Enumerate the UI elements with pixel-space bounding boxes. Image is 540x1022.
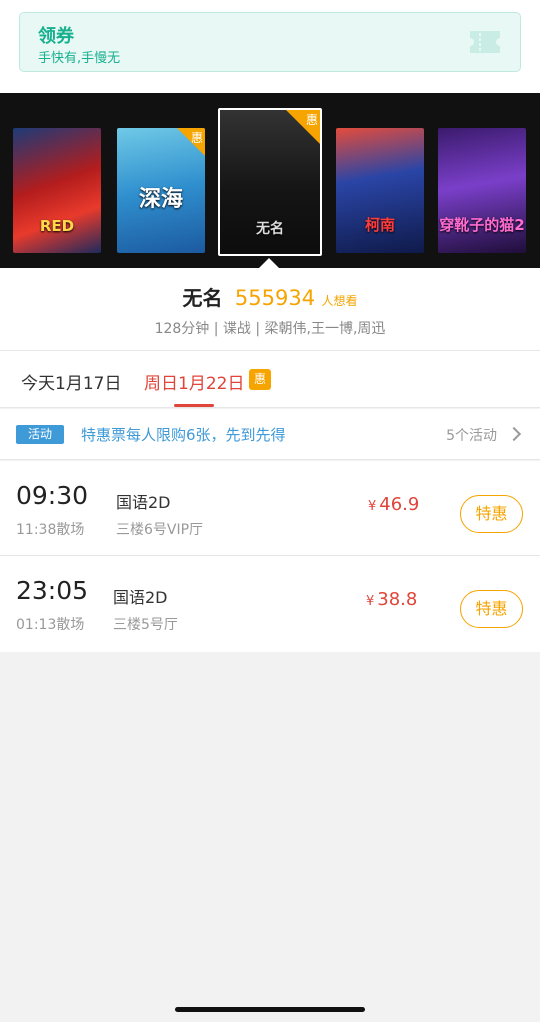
hall-name: 三楼5号厅 bbox=[113, 617, 178, 633]
tab-today[interactable]: 今天1月17日 bbox=[21, 369, 121, 394]
coupon-title: 领券 bbox=[38, 26, 74, 47]
poster-title: 穿靴子的猫2 bbox=[439, 216, 525, 234]
showtime-row[interactable]: 09:30 11:38散场 国语2D 三楼6号VIP厅 ¥46.9 特惠 bbox=[0, 461, 540, 556]
promo-bar[interactable]: 活动 特惠票每人限购6张，先到先得 5个活动 bbox=[0, 409, 540, 460]
showtime-list: 09:30 11:38散场 国语2D 三楼6号VIP厅 ¥46.9 特惠 23:… bbox=[0, 461, 540, 652]
buy-discount-button[interactable]: 特惠 bbox=[460, 590, 523, 628]
movie-name: 无名 bbox=[182, 286, 223, 310]
poster-hidden-blade[interactable]: 无名 惠 bbox=[218, 108, 322, 256]
price: ¥46.9 bbox=[368, 494, 419, 515]
movie-title-line: 无名 555934 人想看 bbox=[0, 282, 540, 311]
want-count: 555934 bbox=[234, 286, 316, 310]
currency-symbol: ¥ bbox=[368, 499, 377, 514]
movie-meta: 128分钟 | 谍战 | 梁朝伟,王一博,周迅 bbox=[154, 321, 386, 337]
poster-title: 无名 bbox=[256, 221, 284, 237]
end-time: 01:13散场 bbox=[16, 617, 85, 633]
tab-sunday[interactable]: 周日1月22日 bbox=[144, 369, 244, 394]
want-unit: 人想看 bbox=[321, 294, 358, 308]
buy-discount-button[interactable]: 特惠 bbox=[460, 495, 523, 533]
poster-carousel[interactable]: RED 深海 惠 无名 惠 柯南 穿靴子的猫2 bbox=[0, 93, 540, 268]
poster-title: 深海 bbox=[138, 187, 183, 212]
price: ¥38.8 bbox=[366, 589, 417, 610]
price-value: 46.9 bbox=[379, 494, 420, 515]
promo-text: 特惠票每人限购6张，先到先得 bbox=[81, 426, 286, 444]
discount-badge: 惠 bbox=[305, 113, 318, 127]
price-value: 38.8 bbox=[377, 589, 418, 610]
start-time: 09:30 bbox=[16, 481, 89, 510]
language-format: 国语2D bbox=[113, 588, 168, 607]
promo-count: 5个活动 bbox=[446, 428, 497, 444]
coupon-banner[interactable]: 领券 手快有,手慢无 bbox=[19, 12, 521, 72]
discount-badge: 惠 bbox=[249, 369, 271, 390]
selected-poster-caret bbox=[259, 258, 279, 268]
currency-symbol: ¥ bbox=[366, 594, 375, 609]
coupon-subtitle: 手快有,手慢无 bbox=[38, 51, 121, 66]
ticket-icon bbox=[470, 31, 500, 53]
discount-badge: 惠 bbox=[190, 131, 203, 145]
poster-title: 柯南 bbox=[364, 216, 395, 234]
poster-one-piece-red[interactable]: RED bbox=[13, 128, 101, 253]
active-tab-indicator bbox=[174, 404, 214, 407]
poster-conan[interactable]: 柯南 bbox=[336, 128, 424, 253]
poster-title: RED bbox=[39, 217, 75, 235]
end-time: 11:38散场 bbox=[16, 522, 85, 538]
promo-tag: 活动 bbox=[16, 425, 64, 444]
start-time: 23:05 bbox=[16, 576, 89, 605]
date-tabs: 今天1月17日 周日1月22日 惠 bbox=[0, 351, 540, 408]
home-indicator[interactable] bbox=[175, 1007, 365, 1012]
poster-deep-sea[interactable]: 深海 惠 bbox=[117, 128, 205, 253]
language-format: 国语2D bbox=[116, 493, 171, 512]
poster-puss-in-boots[interactable]: 穿靴子的猫2 bbox=[438, 128, 526, 253]
showtime-row[interactable]: 23:05 01:13散场 国语2D 三楼5号厅 ¥38.8 特惠 bbox=[0, 556, 540, 651]
movie-info: 无名 555934 人想看 128分钟 | 谍战 | 梁朝伟,王一博,周迅 bbox=[0, 268, 540, 351]
hall-name: 三楼6号VIP厅 bbox=[116, 522, 204, 538]
chevron-right-icon bbox=[506, 426, 522, 442]
